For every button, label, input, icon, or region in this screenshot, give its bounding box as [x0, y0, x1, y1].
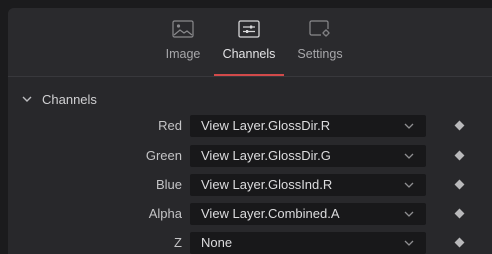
keyframe-diamond-icon[interactable]	[454, 237, 465, 248]
channel-label: Green	[145, 148, 182, 163]
chevron-down-icon	[404, 153, 414, 159]
tab-settings[interactable]: Settings	[290, 20, 350, 76]
keyframe-diamond-icon[interactable]	[454, 150, 465, 161]
sliders-icon	[238, 20, 260, 38]
channel-row-green: Green View Layer.GlossDir.G	[8, 145, 492, 167]
channel-label: Red	[158, 118, 182, 133]
tab-channels-label: Channels	[222, 47, 276, 61]
z-channel-dropdown[interactable]: None	[190, 232, 426, 254]
gear-icon	[309, 20, 331, 38]
chevron-down-icon	[22, 96, 32, 102]
keyframe-diamond-icon[interactable]	[454, 208, 465, 219]
tab-settings-label: Settings	[297, 47, 343, 61]
keyframe-diamond-icon[interactable]	[454, 179, 465, 190]
channel-row-z: Z None	[8, 232, 492, 254]
channel-row-alpha: Alpha View Layer.Combined.A	[8, 203, 492, 225]
tab-divider	[8, 76, 492, 77]
channels-section-header[interactable]: Channels	[22, 90, 97, 108]
dropdown-value: View Layer.GlossInd.R	[201, 177, 333, 192]
red-channel-dropdown[interactable]: View Layer.GlossDir.R	[190, 115, 426, 137]
tab-image[interactable]: Image	[156, 20, 210, 76]
chevron-down-icon	[404, 123, 414, 129]
channel-row-blue: Blue View Layer.GlossInd.R	[8, 174, 492, 196]
green-channel-dropdown[interactable]: View Layer.GlossDir.G	[190, 145, 426, 167]
channel-row-red: Red View Layer.GlossDir.R	[8, 115, 492, 137]
chevron-down-icon	[404, 182, 414, 188]
dropdown-value: None	[201, 235, 233, 250]
section-title: Channels	[42, 91, 97, 107]
dropdown-value: View Layer.GlossDir.R	[201, 118, 331, 133]
channel-label: Alpha	[148, 206, 182, 221]
chevron-down-icon	[404, 240, 414, 246]
chevron-down-icon	[404, 211, 414, 217]
tab-channels[interactable]: Channels	[214, 20, 284, 76]
blue-channel-dropdown[interactable]: View Layer.GlossInd.R	[190, 174, 426, 196]
dropdown-value: View Layer.GlossDir.G	[201, 148, 331, 163]
channel-label: Blue	[155, 177, 182, 192]
dropdown-value: View Layer.Combined.A	[201, 206, 340, 221]
image-icon	[172, 20, 194, 38]
channel-label: Z	[174, 235, 182, 250]
inspector-panel: Image Channels Settings Channels Red Vie…	[8, 8, 492, 254]
inspector-tab-bar: Image Channels Settings	[8, 8, 492, 76]
keyframe-diamond-icon[interactable]	[454, 120, 465, 131]
tab-image-label: Image	[165, 47, 201, 61]
alpha-channel-dropdown[interactable]: View Layer.Combined.A	[190, 203, 426, 225]
